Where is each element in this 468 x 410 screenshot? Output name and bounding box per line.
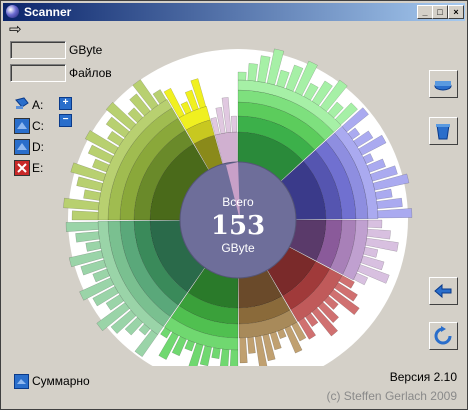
center-unit-label: GByte bbox=[221, 241, 255, 255]
sunburst-chart[interactable]: Всего 153 GByte bbox=[58, 44, 414, 366]
close-button[interactable]: × bbox=[448, 5, 464, 19]
minimize-button[interactable]: _ bbox=[417, 5, 433, 19]
usage-segment[interactable] bbox=[229, 349, 239, 366]
copyright-label: (c) Steffen Gerlach 2009 bbox=[326, 389, 457, 403]
usage-segment[interactable] bbox=[211, 347, 221, 359]
back-button[interactable] bbox=[429, 277, 458, 305]
refresh-button[interactable] bbox=[429, 322, 458, 350]
maximize-button[interactable]: □ bbox=[432, 5, 448, 19]
version-label: Версия 2.10 bbox=[389, 370, 457, 384]
back-arrow-icon bbox=[434, 283, 452, 299]
refresh-icon bbox=[434, 326, 452, 345]
title-bar[interactable]: Scanner _ □ × bbox=[3, 3, 465, 21]
usage-segment[interactable] bbox=[71, 210, 99, 221]
usage-segment[interactable] bbox=[239, 337, 248, 364]
disk-icon[interactable] bbox=[14, 118, 30, 134]
summary-label[interactable]: Суммарно bbox=[32, 374, 90, 388]
delete-button[interactable] bbox=[429, 117, 458, 145]
floppy-icon[interactable] bbox=[14, 97, 29, 111]
scan-button[interactable] bbox=[429, 70, 458, 98]
disk-error-icon[interactable] bbox=[14, 160, 30, 176]
usage-segment[interactable] bbox=[367, 219, 383, 229]
drive-c-label[interactable]: C: bbox=[32, 119, 44, 133]
trash-icon bbox=[436, 124, 450, 140]
window-title: Scanner bbox=[24, 5, 72, 19]
center-total-label: Всего bbox=[222, 195, 254, 209]
drive-a-label[interactable]: A: bbox=[32, 98, 43, 112]
usage-segment[interactable] bbox=[237, 71, 247, 81]
scanner-window: Scanner _ □ × ⇨ GByte Файлов A: + C: − D… bbox=[0, 0, 468, 410]
drive-d-label[interactable]: D: bbox=[32, 140, 44, 154]
menu-bar: ⇨ bbox=[3, 22, 465, 38]
center-total-value: 153 bbox=[211, 211, 265, 241]
drive-e-label[interactable]: E: bbox=[32, 161, 43, 175]
usage-segment[interactable] bbox=[230, 115, 238, 133]
summary-checkbox[interactable] bbox=[14, 374, 29, 389]
scan-icon bbox=[434, 81, 452, 91]
disk-icon[interactable] bbox=[14, 139, 30, 155]
arrow-right-icon[interactable]: ⇨ bbox=[9, 22, 22, 38]
app-icon bbox=[6, 5, 19, 18]
